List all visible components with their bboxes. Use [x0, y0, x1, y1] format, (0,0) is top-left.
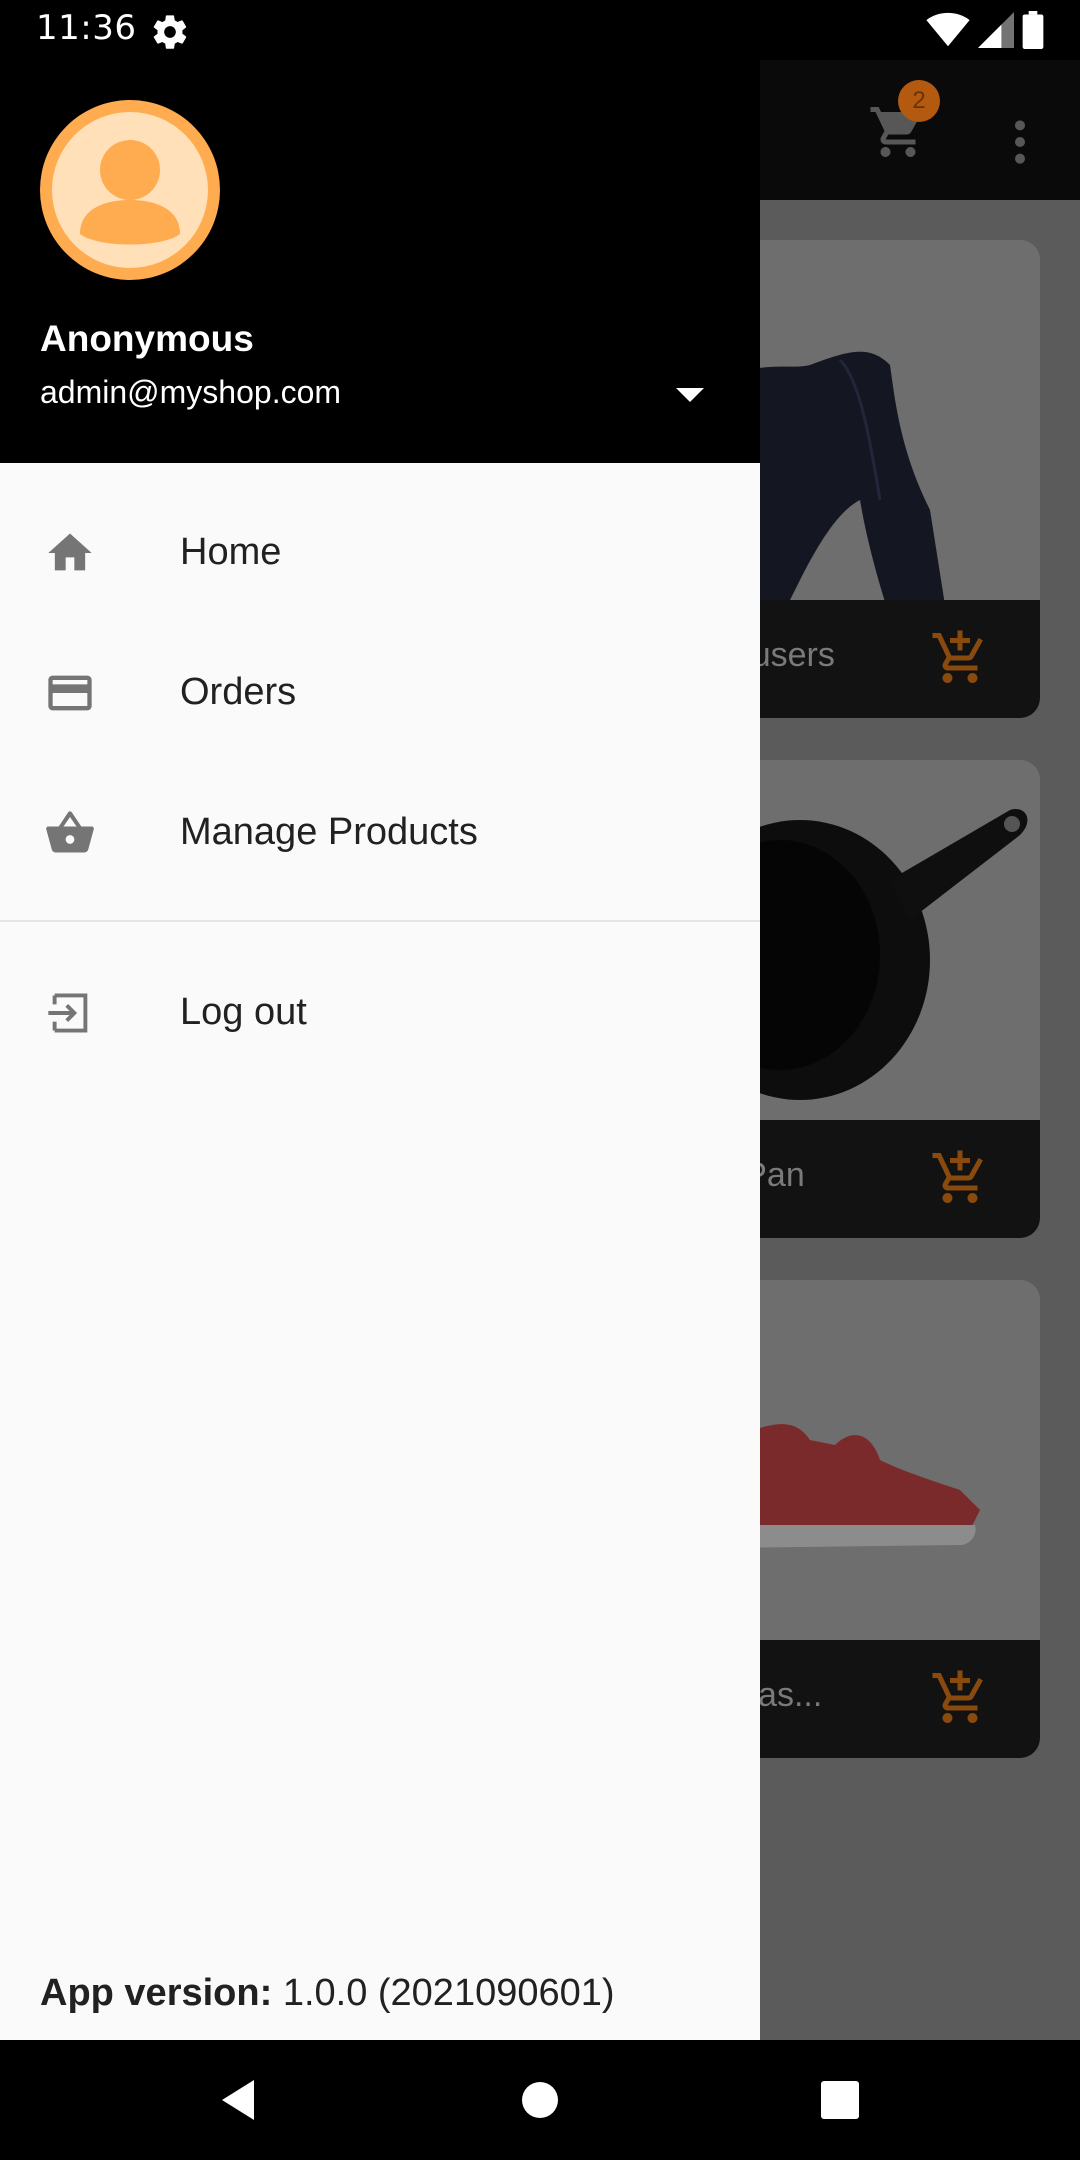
cart-badge: 2: [898, 80, 940, 122]
app-version-value: 1.0.0 (2021090601): [282, 1972, 615, 2014]
add-to-cart-icon[interactable]: [930, 1668, 990, 1728]
product-footer: A Pan: [720, 1120, 1040, 1238]
menu-item-manage-products[interactable]: Manage Products: [0, 763, 760, 903]
basket-icon: [46, 811, 94, 853]
settings-gear-icon: [153, 15, 187, 49]
credit-card-icon: [48, 675, 92, 711]
menu-item-orders[interactable]: Orders: [0, 623, 760, 763]
menu-item-label: Manage Products: [180, 811, 478, 853]
product-footer: Trousers: [720, 600, 1040, 718]
status-time: 11:36: [36, 8, 137, 48]
wifi-icon: [926, 12, 970, 47]
status-bar: 11:36: [0, 0, 1080, 60]
menu-item-logout[interactable]: Log out: [0, 943, 760, 1083]
cell-signal-icon: [978, 12, 1014, 48]
navigation-drawer: Anonymous admin@myshop.com Home Orders M…: [0, 0, 760, 2040]
add-to-cart-icon[interactable]: [930, 1148, 990, 1208]
trousers-image: [720, 351, 960, 710]
menu-item-home[interactable]: Home: [0, 483, 760, 623]
menu-item-label: Log out: [180, 991, 307, 1033]
back-icon[interactable]: [208, 2070, 268, 2130]
product-image: [720, 240, 1040, 710]
product-footer: Adidas...: [720, 1640, 1040, 1758]
recents-icon[interactable]: [810, 2070, 870, 2130]
battery-icon: [1022, 11, 1044, 49]
person-icon: [80, 140, 180, 245]
product-card[interactable]: Adidas...: [720, 1280, 1040, 1758]
divider: [0, 920, 760, 922]
pan-image: [720, 809, 1028, 1100]
avatar[interactable]: [40, 100, 220, 280]
menu-item-label: Orders: [180, 671, 297, 713]
user-name: Anonymous: [40, 318, 254, 359]
product-image: [720, 1280, 1040, 1640]
system-nav-bar: [0, 2040, 1080, 2160]
overflow-menu-icon[interactable]: [1000, 112, 1040, 172]
product-card[interactable]: Trousers: [720, 240, 1040, 718]
app-version: App version: 1.0.0 (2021090601): [40, 1972, 615, 2015]
status-icons: [926, 10, 1044, 50]
drawer-header: Anonymous admin@myshop.com: [0, 0, 760, 463]
add-to-cart-icon[interactable]: [930, 628, 990, 688]
product-image: [720, 760, 1040, 1120]
app-version-label: App version:: [40, 1972, 273, 2014]
home-button-icon[interactable]: [510, 2070, 570, 2130]
menu-item-label: Home: [180, 531, 282, 573]
home-icon: [48, 533, 92, 571]
shoe-image: [720, 1424, 980, 1548]
chevron-down-icon[interactable]: [672, 382, 708, 406]
logout-icon: [48, 993, 88, 1033]
product-card[interactable]: A Pan: [720, 760, 1040, 1238]
user-email: admin@myshop.com: [40, 374, 342, 410]
